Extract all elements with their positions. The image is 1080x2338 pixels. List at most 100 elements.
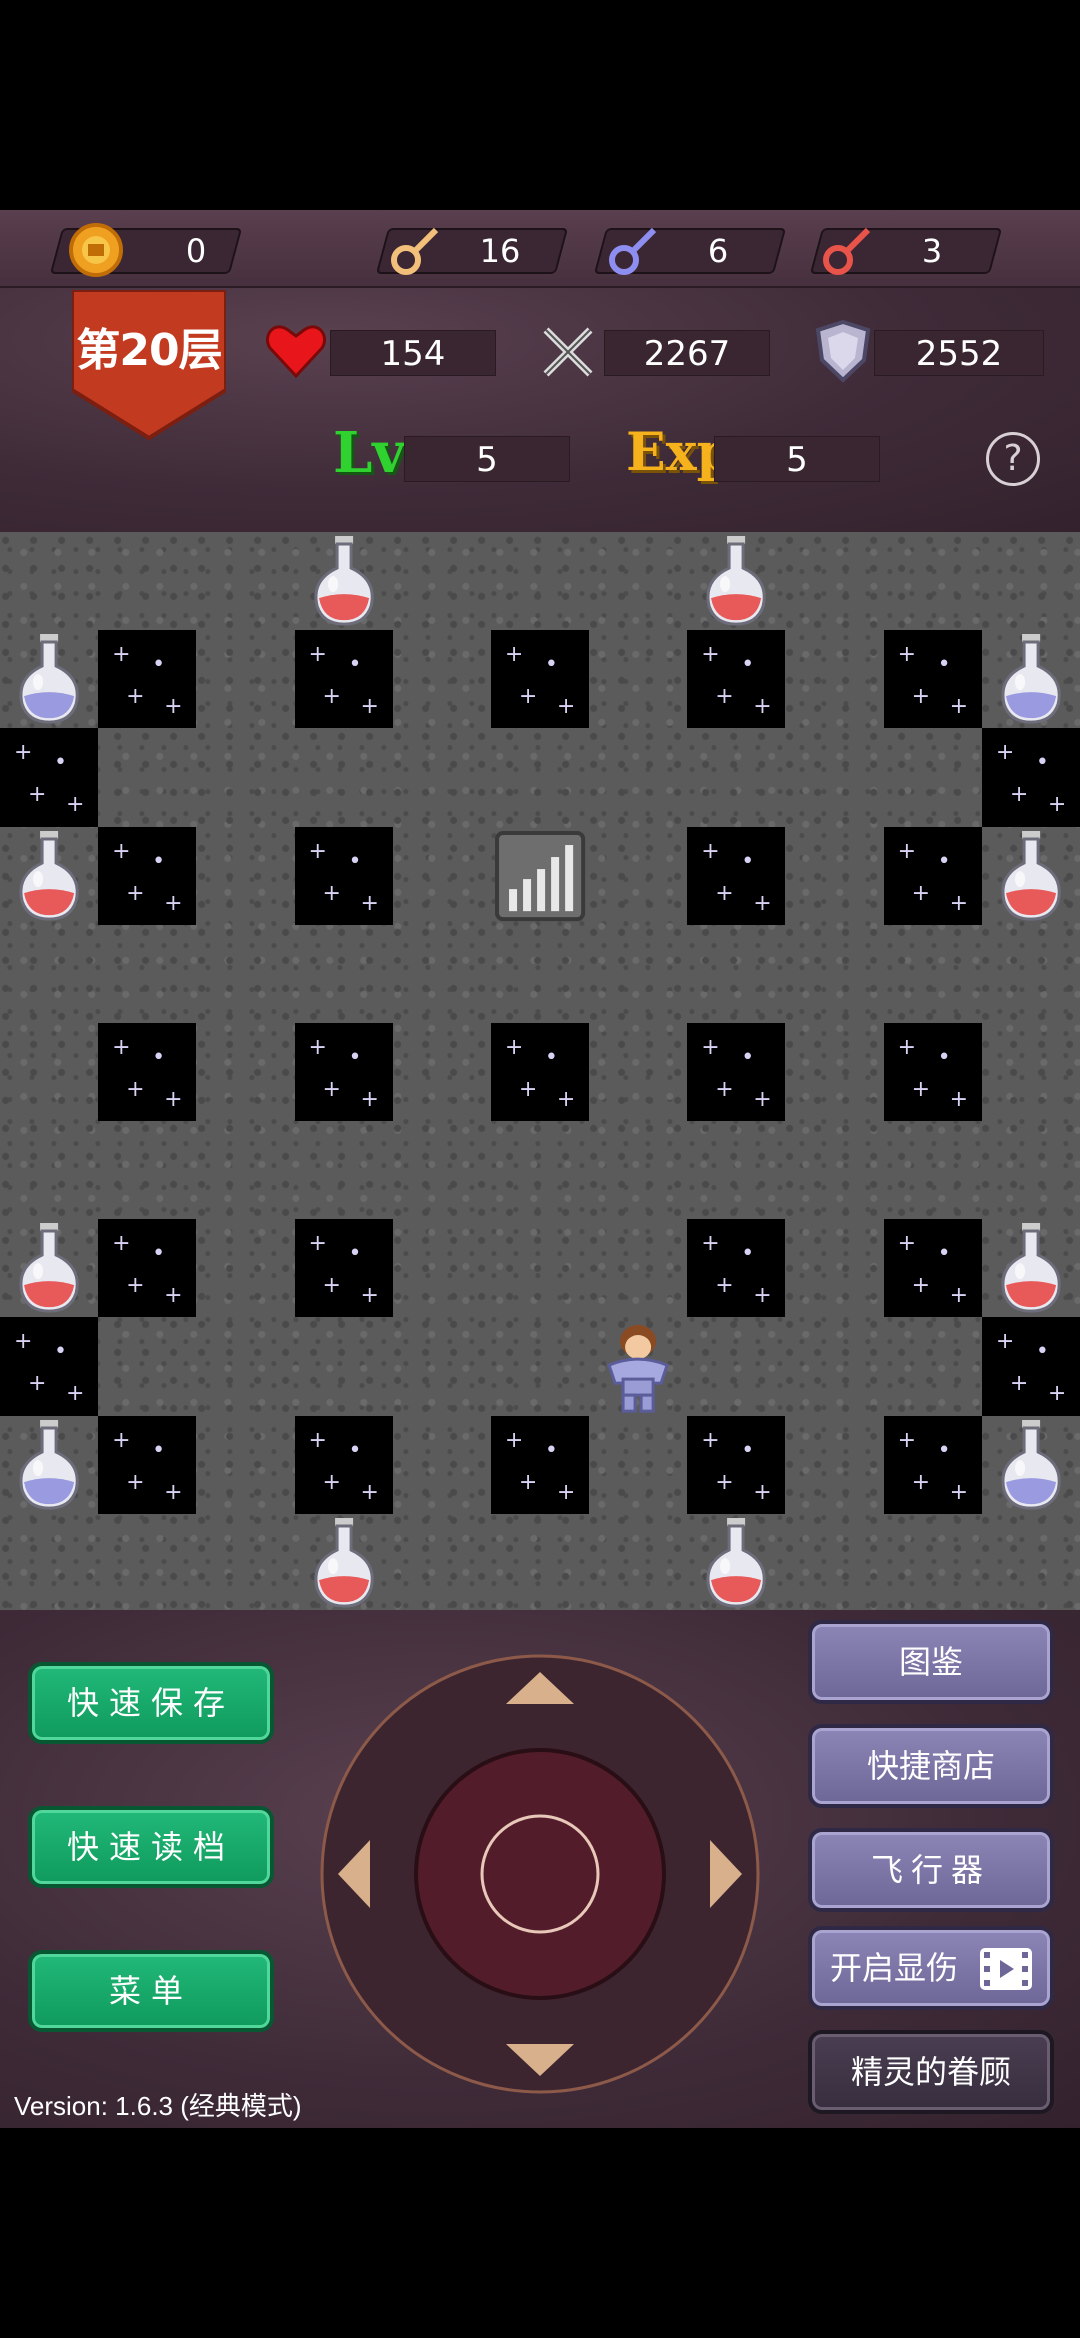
blue-potion-icon[interactable] [982,1416,1080,1514]
star-icon: • [54,1339,67,1365]
star-icon: + [753,1283,772,1309]
star-icon: + [897,642,917,668]
fairy-blessing-button[interactable]: 精灵的眷顾 [808,2030,1054,2114]
star-icon: + [504,1427,524,1453]
blue-potion-icon[interactable] [982,630,1080,728]
defense-value: 2552 [874,330,1044,376]
red-potion-icon[interactable] [687,1514,785,1612]
starry-void-tile: + • + + [687,826,786,925]
blue-potion-icon[interactable] [0,1416,98,1514]
gold-coin-icon [69,223,123,277]
star-icon: • [152,848,166,874]
star-icon: + [14,1329,33,1355]
hp-value: 154 [330,330,496,376]
star-icon: • [348,1241,362,1267]
star-icon: • [937,1241,951,1267]
game-board[interactable]: + • + + + • + + + • + + + • + + + • + + + • + + + • + + + • + + + • + + + • + +… [0,532,1080,1610]
star-icon: • [152,1241,166,1267]
star-icon: + [556,1479,576,1505]
star-icon: + [322,1076,341,1102]
starry-void-tile: + • + + [490,1022,590,1122]
red-potion-icon[interactable] [0,1219,98,1317]
star-icon: + [556,694,576,720]
star-icon: + [949,694,969,720]
star-icon: + [911,1469,931,1495]
star-icon: • [937,848,951,874]
attack-value: 2267 [604,330,770,376]
star-icon: • [348,652,362,678]
help-button[interactable]: ? [986,432,1040,486]
star-icon: + [995,740,1015,766]
control-panel: 快速保存 快速读档 菜单 图鉴 快捷商店 飞行器 开启显伤 精灵的眷顾 [0,1610,1080,2128]
show-damage-button[interactable]: 开启显伤 [808,1926,1054,2010]
star-icon: + [753,1086,772,1112]
star-icon: + [897,1034,917,1060]
star-icon: + [556,1086,576,1112]
star-icon: + [715,684,734,710]
star-icon: • [937,1437,951,1463]
star-icon: + [126,1469,145,1495]
star-icon: + [28,782,47,808]
red-potion-icon[interactable] [295,532,393,630]
starry-void-tile: + • + + [490,1415,590,1514]
star-icon: + [518,1469,538,1495]
star-icon: + [322,880,341,906]
starry-void-tile: + • + + [0,1317,99,1416]
starry-void-tile: + • + + [687,630,786,729]
red-potion-icon[interactable] [982,827,1080,925]
star-icon: + [1047,792,1067,818]
star-icon: + [897,838,917,864]
star-icon: + [701,642,720,668]
starry-void-tile: + • + + [883,630,982,729]
starry-void-tile: + • + + [883,1219,982,1318]
starry-void-tile: + • + + [294,1022,393,1122]
blue-potion-icon[interactable] [0,630,98,728]
star-icon: • [937,652,951,678]
star-icon: + [322,684,341,710]
starry-void-tile: + • + + [490,630,590,729]
red-potion-icon[interactable] [295,1514,393,1612]
star-icon: + [126,1076,145,1102]
star-icon: + [715,1076,734,1102]
star-icon: + [112,642,131,668]
starry-void-tile: + • + + [687,1022,786,1122]
red-potion-icon[interactable] [982,1219,1080,1317]
star-icon: • [741,1241,755,1267]
star-icon: + [911,684,931,710]
star-icon: + [112,1427,131,1453]
star-icon: + [949,890,969,916]
star-icon: + [949,1283,969,1309]
star-icon: + [164,1479,183,1505]
resource-bar: 0 16 6 3 [0,210,1080,288]
star-icon: + [518,684,538,710]
upstairs-icon[interactable] [491,827,589,925]
crossed-swords-icon [543,327,593,377]
star-icon: + [112,1034,131,1060]
star-icon: + [360,1283,379,1309]
star-icon: + [322,1273,341,1299]
starry-void-tile: + • + + [98,1415,197,1514]
red-potion-icon[interactable] [687,532,785,630]
quick-shop-button[interactable]: 快捷商店 [808,1724,1054,1808]
quick-load-button[interactable]: 快速读档 [28,1806,274,1888]
star-icon: • [741,652,755,678]
star-icon: + [701,1034,720,1060]
show-damage-label: 开启显伤 [830,1949,959,1987]
flyer-button[interactable]: 飞行器 [808,1828,1054,1912]
encyclopedia-button[interactable]: 图鉴 [808,1620,1054,1704]
star-icon: • [544,652,558,678]
star-icon: • [741,848,755,874]
star-icon: • [1035,1339,1049,1365]
star-icon: • [544,1044,558,1070]
direction-pad[interactable] [318,1652,762,2096]
shield-icon [815,319,871,383]
gold-count: 0 [185,232,207,270]
star-icon: + [14,740,33,766]
red-potion-icon[interactable] [0,827,98,925]
star-icon: + [753,1479,772,1505]
quick-save-button[interactable]: 快速保存 [28,1662,274,1744]
menu-button[interactable]: 菜单 [28,1950,274,2032]
star-icon: • [937,1044,951,1070]
level-value: 5 [404,436,570,482]
star-icon: + [1047,1381,1067,1407]
